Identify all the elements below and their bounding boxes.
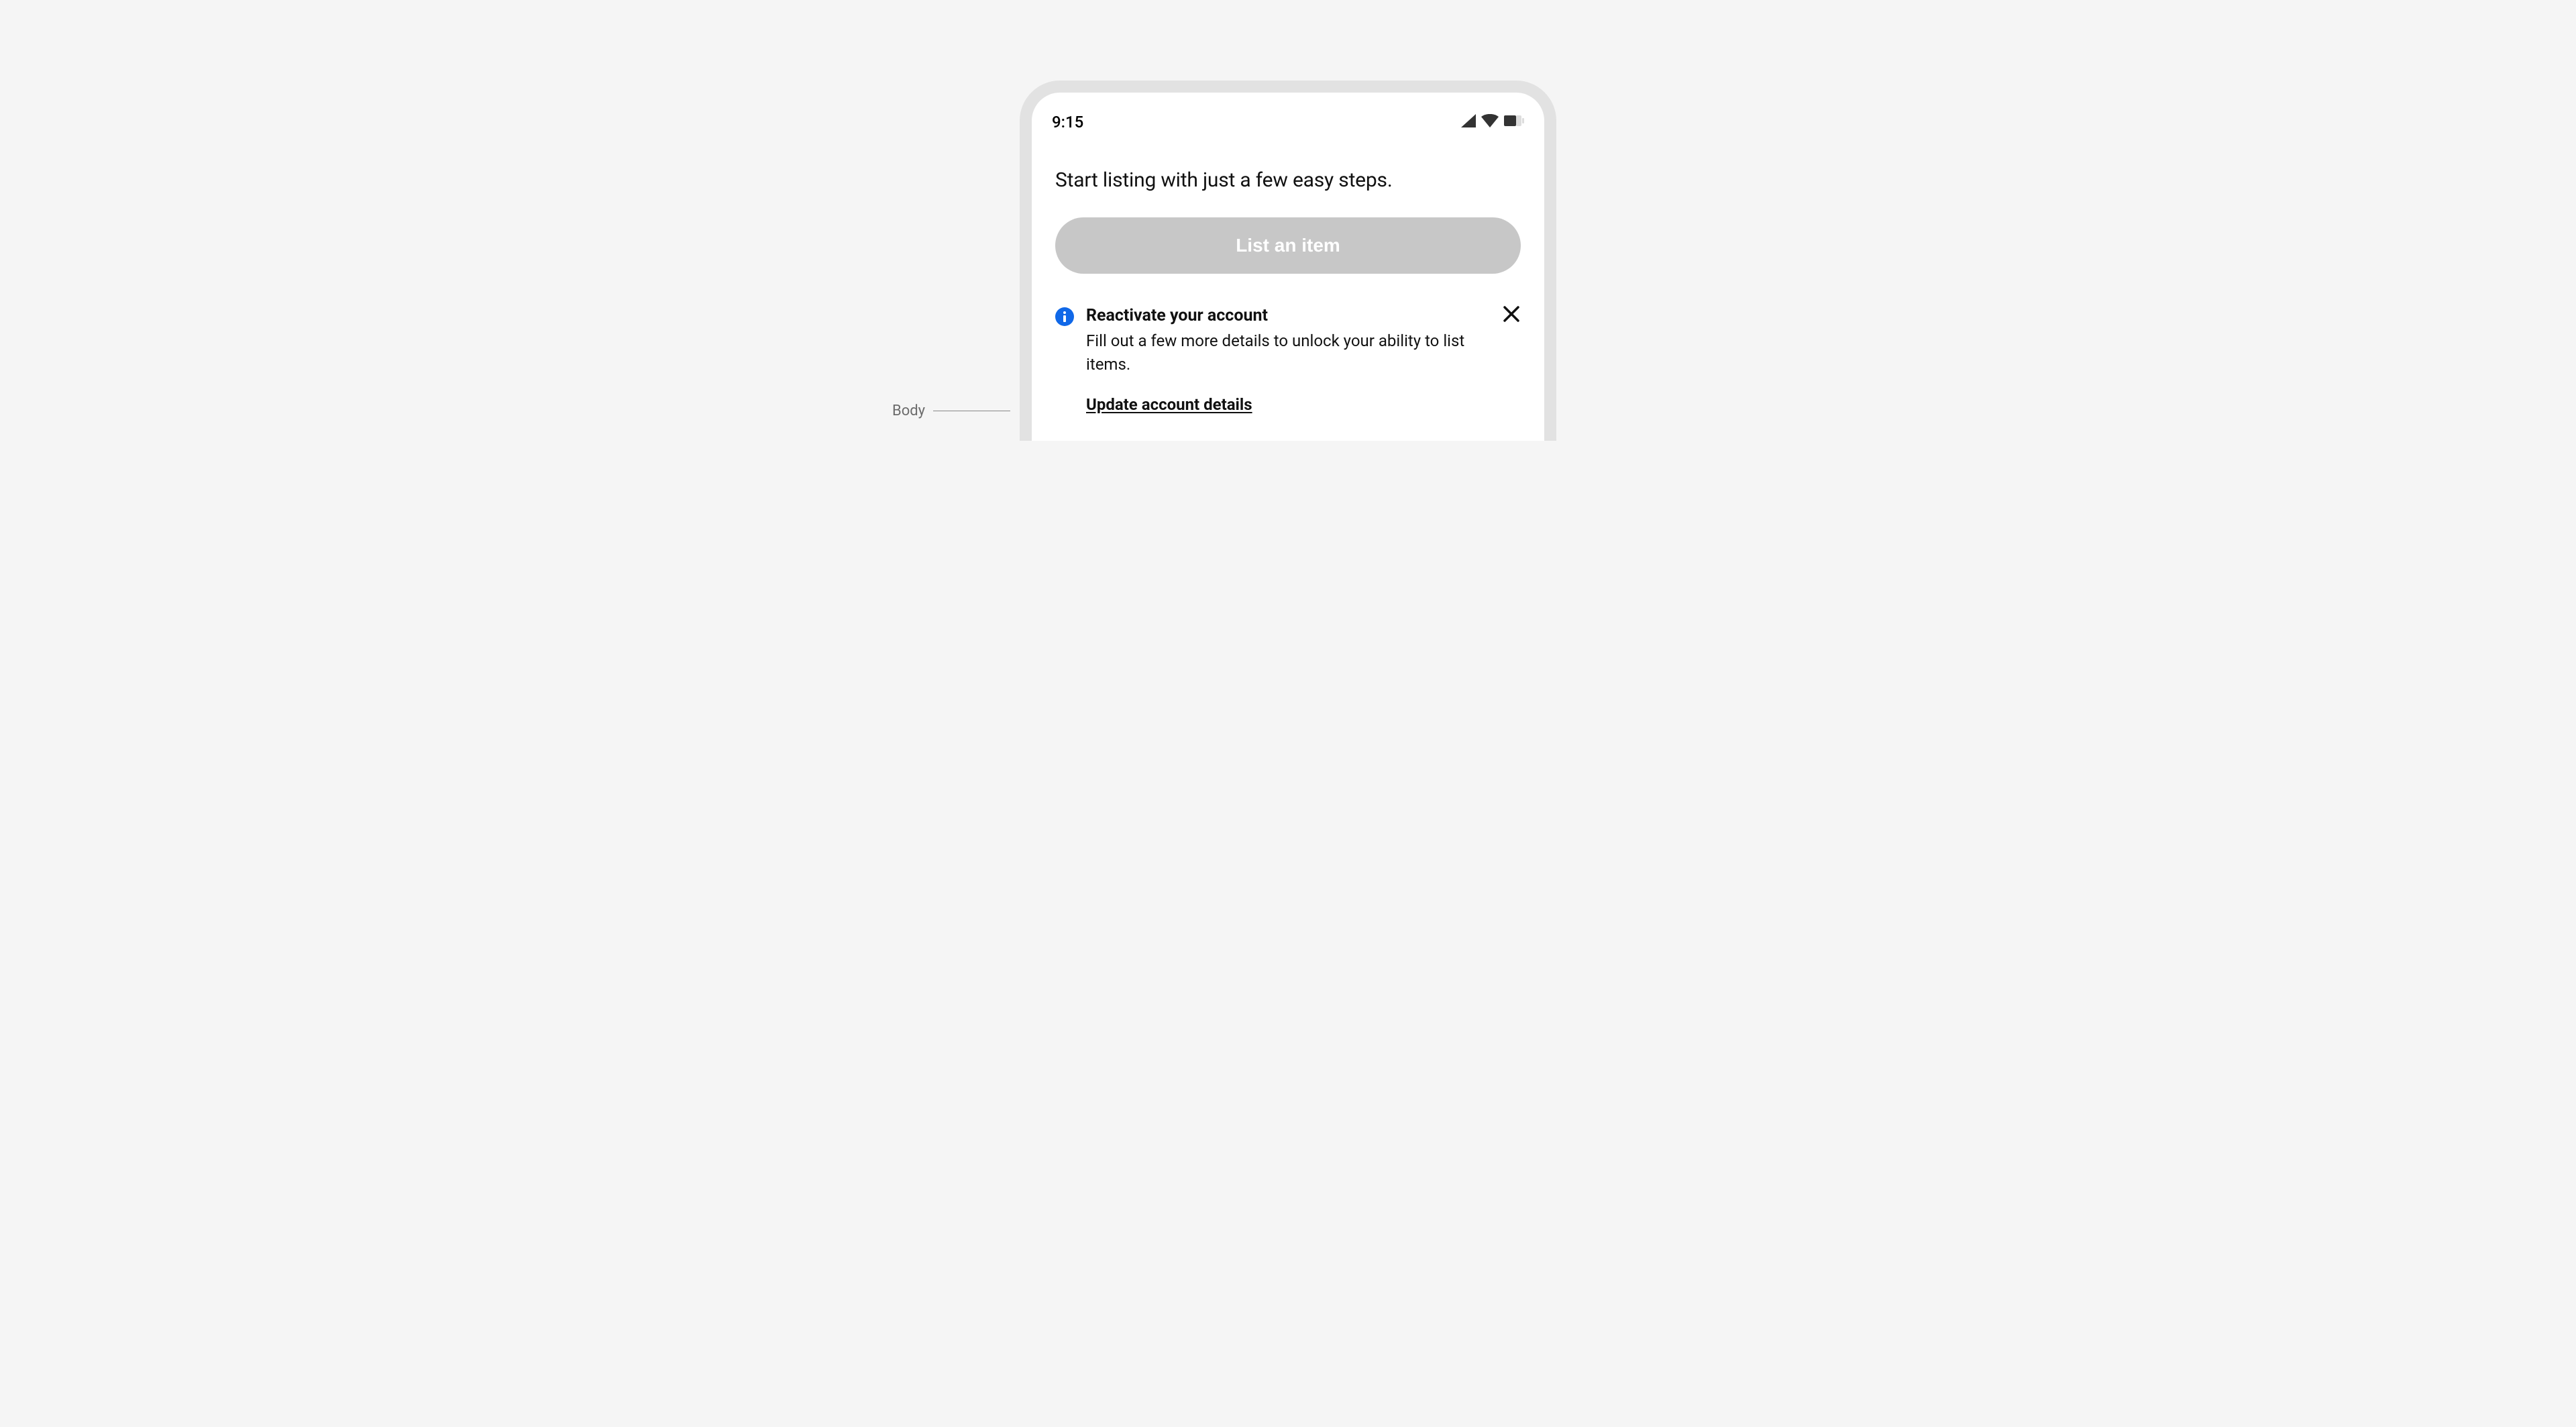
close-icon[interactable] [1502, 305, 1521, 326]
annotation-body: Body [892, 403, 1010, 419]
list-item-button[interactable]: List an item [1055, 217, 1521, 274]
signal-icon [1461, 114, 1476, 130]
notice-body: Fill out a few more details to unlock yo… [1086, 329, 1487, 376]
content-area: Start listing with just a few easy steps… [1032, 145, 1544, 441]
page-heading: Start listing with just a few easy steps… [1055, 168, 1521, 192]
notice-panel: Reactivate your account Fill out a few m… [1055, 306, 1521, 414]
status-bar: 9:15 [1032, 93, 1544, 145]
battery-icon [1504, 115, 1524, 129]
annotation-body-label: Body [892, 403, 925, 419]
wifi-icon [1481, 114, 1499, 130]
update-account-link[interactable]: Update account details [1086, 395, 1252, 414]
notice-title: Reactivate your account [1086, 306, 1487, 325]
status-time: 9:15 [1052, 113, 1083, 131]
notice-content: Reactivate your account Fill out a few m… [1086, 306, 1521, 414]
device-frame: 9:15 Start listing with ju [1020, 81, 1556, 441]
status-icons-group [1461, 114, 1524, 130]
info-icon [1055, 307, 1074, 326]
